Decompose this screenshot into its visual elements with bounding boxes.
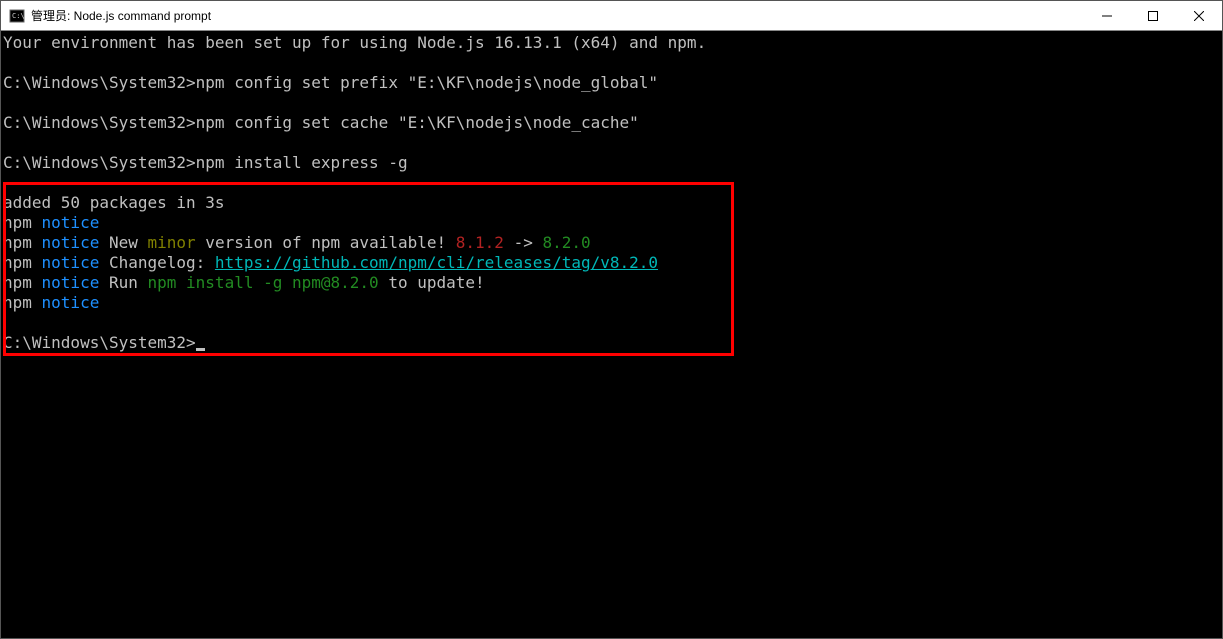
cursor-icon [196, 348, 205, 351]
terminal-content: Your environment has been set up for usi… [1, 31, 1222, 353]
prompt: C:\Windows\System32> [3, 153, 196, 172]
notice-word: notice [42, 273, 100, 292]
maximize-button[interactable] [1130, 1, 1176, 30]
arrow: -> [504, 233, 543, 252]
npm-tag: npm [3, 293, 42, 312]
blank-line [1, 53, 1222, 73]
notice-word: notice [42, 293, 100, 312]
blank-line [1, 133, 1222, 153]
output-line: npm notice New minor version of npm avai… [1, 233, 1222, 253]
output-line: npm notice Run npm install -g npm@8.2.0 … [1, 273, 1222, 293]
new-version: 8.2.0 [542, 233, 590, 252]
notice-word: notice [42, 253, 100, 272]
blank-line [1, 173, 1222, 193]
command-line: C:\Windows\System32>npm install express … [1, 153, 1222, 173]
close-button[interactable] [1176, 1, 1222, 30]
old-version: 8.1.2 [456, 233, 504, 252]
prompt-line[interactable]: C:\Windows\System32> [1, 333, 1222, 353]
output-line: added 50 packages in 3s [1, 193, 1222, 213]
app-window: C:\ 管理员: Node.js command prompt Your env… [0, 0, 1223, 639]
titlebar-left: C:\ 管理员: Node.js command prompt [1, 7, 1084, 24]
notice-word: notice [42, 233, 100, 252]
command-line: C:\Windows\System32>npm config set cache… [1, 113, 1222, 133]
text: New [99, 233, 147, 252]
terminal-icon: C:\ [9, 8, 25, 24]
minor-word: minor [148, 233, 196, 252]
npm-tag: npm [3, 233, 42, 252]
prompt: C:\Windows\System32> [3, 113, 196, 132]
notice-word: notice [42, 213, 100, 232]
changelog-link[interactable]: https://github.com/npm/cli/releases/tag/… [215, 253, 658, 272]
prompt: C:\Windows\System32> [3, 333, 196, 352]
text: Run [99, 273, 147, 292]
npm-tag: npm [3, 253, 42, 272]
suggested-command: npm install -g npm@8.2.0 [148, 273, 379, 292]
npm-tag: npm [3, 273, 42, 292]
command-text: npm config set prefix "E:\KF\nodejs\node… [196, 73, 658, 92]
command-text: npm config set cache "E:\KF\nodejs\node_… [196, 113, 639, 132]
window-title: 管理员: Node.js command prompt [31, 7, 211, 24]
blank-line [1, 313, 1222, 333]
output-line: npm notice [1, 213, 1222, 233]
output-line: Your environment has been set up for usi… [1, 33, 1222, 53]
text: Changelog: [99, 253, 215, 272]
minimize-button[interactable] [1084, 1, 1130, 30]
command-text: npm install express -g [196, 153, 408, 172]
npm-tag: npm [3, 213, 42, 232]
terminal-area[interactable]: Your environment has been set up for usi… [1, 31, 1222, 638]
blank-line [1, 93, 1222, 113]
text: to update! [379, 273, 485, 292]
output-line: npm notice Changelog: https://github.com… [1, 253, 1222, 273]
output-line: npm notice [1, 293, 1222, 313]
prompt: C:\Windows\System32> [3, 73, 196, 92]
titlebar[interactable]: C:\ 管理员: Node.js command prompt [1, 1, 1222, 31]
text: version of npm available! [196, 233, 456, 252]
svg-text:C:\: C:\ [12, 12, 25, 20]
window-controls [1084, 1, 1222, 30]
command-line: C:\Windows\System32>npm config set prefi… [1, 73, 1222, 93]
